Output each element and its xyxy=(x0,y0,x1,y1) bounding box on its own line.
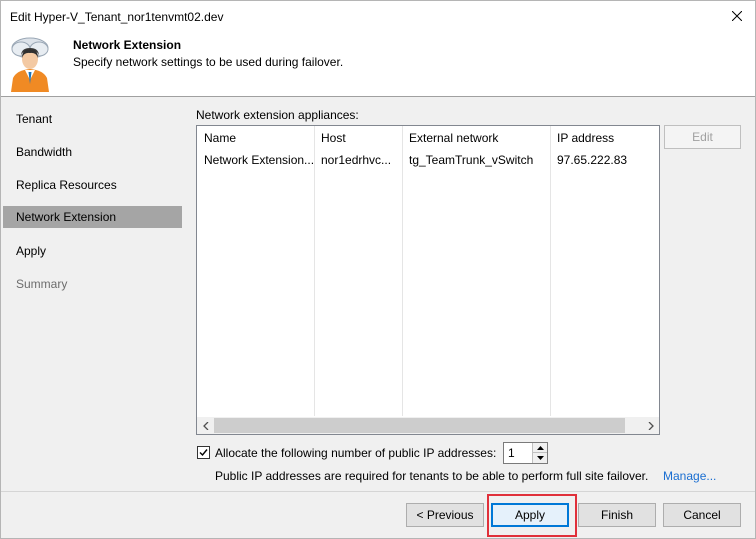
public-ip-count-stepper[interactable]: 1 xyxy=(503,442,548,464)
appliances-list[interactable]: Name Host External network IP address Ne… xyxy=(196,125,660,435)
cell-external-network: tg_TeamTrunk_vSwitch xyxy=(409,153,534,167)
page-title: Network Extension xyxy=(73,38,182,52)
manage-link[interactable]: Manage... xyxy=(663,469,716,483)
wizard-steps-sidebar: Tenant Bandwidth Replica Resources Netwo… xyxy=(1,97,188,491)
page-subtitle: Specify network settings to be used duri… xyxy=(73,55,344,69)
column-header-name[interactable]: Name xyxy=(197,126,314,150)
sidebar-item-network-extension[interactable]: Network Extension xyxy=(3,206,182,228)
horizontal-scrollbar[interactable] xyxy=(197,417,659,434)
close-icon[interactable] xyxy=(725,5,749,27)
appliances-label: Network extension appliances: xyxy=(196,108,359,122)
allocate-ip-checkbox[interactable] xyxy=(197,446,210,459)
column-header-ip-address[interactable]: IP address xyxy=(550,126,659,150)
list-header: Name Host External network IP address xyxy=(197,126,659,150)
cell-ip-address: 97.65.222.83 xyxy=(557,153,628,167)
wizard-footer: < Previous Apply Finish Cancel xyxy=(1,492,755,538)
list-item[interactable]: Network Extension... nor1edrhvc... tg_Te… xyxy=(197,150,659,170)
scrollbar-thumb[interactable] xyxy=(214,418,625,433)
edit-button[interactable]: Edit xyxy=(664,125,741,149)
user-cloud-icon xyxy=(9,34,51,92)
sidebar-item-replica-resources[interactable]: Replica Resources xyxy=(3,174,182,196)
stepper-up-icon[interactable] xyxy=(533,443,547,453)
column-header-external-network[interactable]: External network xyxy=(402,126,550,150)
column-header-host[interactable]: Host xyxy=(314,126,402,150)
cancel-button[interactable]: Cancel xyxy=(663,503,741,527)
stepper-buttons xyxy=(532,443,547,463)
wizard-window: Edit Hyper-V_Tenant_nor1tenvmt02.dev Net… xyxy=(0,0,756,539)
public-ip-note: Public IP addresses are required for ten… xyxy=(215,469,649,483)
allocate-ip-label: Allocate the following number of public … xyxy=(215,446,497,460)
window-title: Edit Hyper-V_Tenant_nor1tenvmt02.dev xyxy=(10,10,224,24)
main-content: Network extension appliances: Name Host … xyxy=(188,97,755,491)
wizard-header: Network Extension Specify network settin… xyxy=(1,32,755,96)
sidebar-item-bandwidth[interactable]: Bandwidth xyxy=(3,141,182,163)
cell-name: Network Extension... xyxy=(204,153,314,167)
stepper-down-icon[interactable] xyxy=(533,453,547,463)
sidebar-item-tenant[interactable]: Tenant xyxy=(3,108,182,130)
public-ip-count-value[interactable]: 1 xyxy=(508,446,515,460)
highlight-annotation xyxy=(487,494,577,537)
title-bar: Edit Hyper-V_Tenant_nor1tenvmt02.dev xyxy=(1,1,755,32)
sidebar-item-summary: Summary xyxy=(16,277,68,291)
finish-button[interactable]: Finish xyxy=(578,503,656,527)
cell-host: nor1edrhvc... xyxy=(321,153,392,167)
scroll-left-icon[interactable] xyxy=(197,417,214,434)
scroll-right-icon[interactable] xyxy=(642,417,659,434)
sidebar-item-apply[interactable]: Apply xyxy=(3,240,182,262)
previous-button[interactable]: < Previous xyxy=(406,503,484,527)
